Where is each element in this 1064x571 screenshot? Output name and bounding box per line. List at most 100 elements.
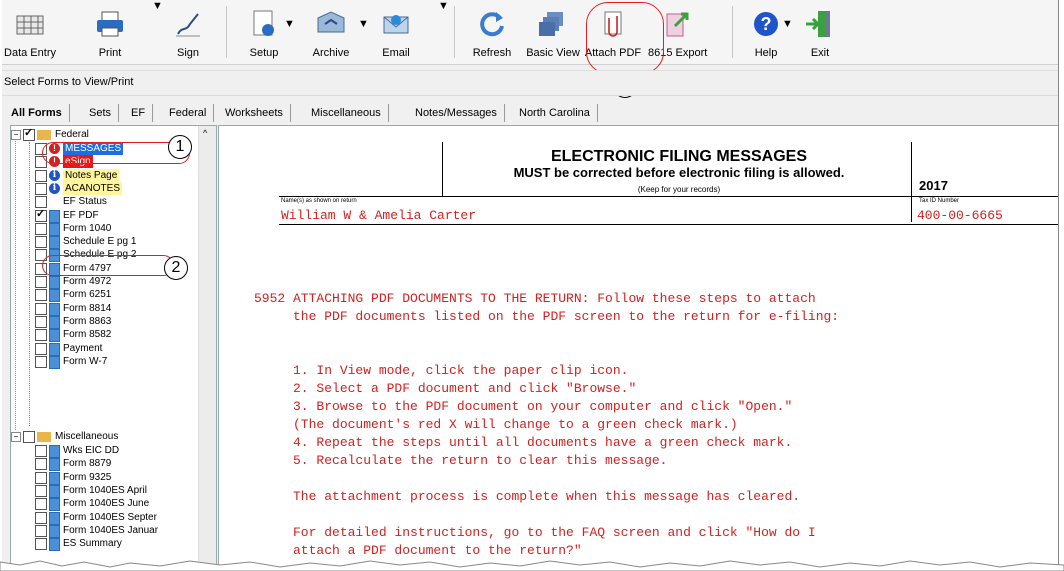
tree-item[interactable]: Form W-7	[11, 355, 201, 369]
tree-item[interactable]: EF Status	[11, 195, 201, 209]
form-checkbox[interactable]	[35, 524, 47, 537]
exit-button[interactable]: Exit	[802, 0, 838, 64]
toolbar-separator	[454, 6, 455, 58]
help-button[interactable]: ? Help	[748, 0, 784, 64]
tab-sets[interactable]: Sets	[82, 104, 120, 122]
email-dropdown-icon[interactable]: ▼	[438, 0, 449, 64]
tab-ef[interactable]: EF	[124, 104, 154, 122]
tree-item[interactable]: i Notes Page	[11, 168, 201, 182]
tree-item[interactable]: Form 1040ES June	[11, 497, 201, 512]
form-checkbox[interactable]	[35, 484, 47, 497]
form-checkbox[interactable]	[35, 329, 47, 342]
basic-view-icon	[539, 12, 563, 36]
tax-id: 400-00-6665	[917, 208, 1003, 223]
form-checkbox[interactable]	[35, 471, 47, 484]
tree-item[interactable]: Form 8863	[11, 315, 201, 329]
tree-item-label: ES Summary	[63, 538, 122, 550]
form-checkbox[interactable]	[35, 222, 47, 235]
tree-item[interactable]: i ACANOTES	[11, 181, 201, 195]
tree-item-label: Form 9325	[63, 471, 112, 483]
refresh-button[interactable]: Refresh	[468, 0, 516, 64]
form-checkbox[interactable]	[35, 289, 47, 302]
basic-view-button[interactable]: Basic View	[526, 0, 580, 64]
form-checkbox[interactable]	[35, 236, 47, 249]
collapse-icon[interactable]: −	[11, 130, 21, 140]
form-checkbox[interactable]	[35, 445, 47, 457]
form-checkbox[interactable]	[35, 182, 47, 195]
form-checkbox[interactable]	[35, 302, 47, 315]
tree-item[interactable]: Schedule E pg 1	[11, 235, 201, 250]
email-button[interactable]: Email	[376, 0, 416, 64]
tree-item[interactable]: Form 1040ES Januar	[11, 524, 201, 538]
tree-node-miscellaneous[interactable]: − Miscellaneous	[11, 430, 201, 443]
form-checkbox[interactable]	[35, 538, 47, 551]
tab-federal[interactable]: Federal	[162, 104, 215, 122]
federal-label: Federal	[55, 129, 89, 140]
form-checkbox[interactable]	[35, 169, 47, 182]
message-line: 1. In View mode, click the paper clip ic…	[254, 363, 629, 378]
ef-pdf-callout	[42, 255, 174, 276]
tab-notes-messages[interactable]: Notes/Messages	[408, 104, 505, 122]
archive-icon	[317, 11, 345, 33]
doc-icon	[49, 458, 60, 472]
doc-icon	[49, 511, 60, 525]
tree-item[interactable]: Form 8879	[11, 457, 201, 472]
sign-button[interactable]: Sign	[168, 0, 208, 64]
refresh-icon	[480, 12, 504, 37]
message-line: attach a PDF document to the return?"	[254, 543, 582, 558]
form-checkbox[interactable]	[35, 315, 47, 328]
scroll-up-icon[interactable]: ^	[203, 128, 207, 138]
tab-worksheets[interactable]: Worksheets	[218, 104, 291, 122]
tree-item[interactable]: Form 8582	[11, 328, 201, 343]
form-checkbox[interactable]	[35, 342, 47, 355]
message-line: 3. Browse to the PDF document on your co…	[254, 399, 793, 414]
form-checkbox[interactable]	[35, 355, 47, 368]
tab-miscellaneous[interactable]: Miscellaneous	[304, 104, 389, 122]
print-button[interactable]: Print	[90, 0, 130, 64]
tree-item[interactable]: Form 1040ES April	[11, 484, 201, 498]
tree-item-label: Form 1040ES April	[63, 484, 147, 496]
form-checkbox[interactable]	[35, 208, 47, 222]
setup-button[interactable]: Setup	[242, 0, 286, 64]
tree-item[interactable]: Form 1040	[11, 222, 201, 236]
form-checkbox[interactable]	[35, 458, 47, 471]
message-line: 5. Recalculate the return to clear this …	[254, 453, 668, 468]
tree-scrollbar[interactable]: ^	[198, 126, 216, 566]
tree-item[interactable]: Form 8814	[11, 302, 201, 316]
doc-icon	[49, 538, 60, 552]
forms-tree: − Federal !MESSAGES!eSigniNotes PageiACA…	[10, 125, 217, 566]
tree-item[interactable]: Form 6251	[11, 288, 201, 303]
pen-icon	[176, 13, 200, 37]
setup-icon	[253, 10, 274, 36]
tree-item[interactable]: Form 1040ES Septer	[11, 511, 201, 525]
form-checkbox[interactable]	[35, 196, 47, 209]
message-line: 4. Repeat the steps until all documents …	[254, 435, 793, 450]
form-keep-note: (Keep for your records)	[637, 185, 721, 194]
tree-item[interactable]: EF PDF	[11, 208, 201, 223]
tab-north-carolina[interactable]: North Carolina	[512, 104, 598, 122]
data-entry-button[interactable]: Data Entry	[2, 0, 58, 64]
federal-checkbox[interactable]	[23, 127, 35, 141]
tree-item-label: Form 8814	[63, 302, 112, 314]
doc-icon	[49, 289, 60, 303]
collapse-icon[interactable]: −	[11, 432, 21, 442]
tree-item-label: ACANOTES	[63, 181, 123, 195]
doc-icon	[49, 342, 60, 356]
misc-checkbox[interactable]	[23, 431, 35, 443]
form-checkbox[interactable]	[35, 276, 47, 288]
archive-button[interactable]: Archive	[306, 0, 356, 64]
print-dropdown-icon[interactable]: ▼	[152, 0, 163, 64]
form-checkbox[interactable]	[35, 498, 47, 511]
tab-all-forms[interactable]: All Forms	[4, 104, 70, 122]
tree-item[interactable]: ES Summary	[11, 537, 201, 552]
toolbar-separator	[732, 6, 733, 58]
form-checkbox[interactable]	[35, 511, 47, 524]
sub-toolbar-label: Select Forms to View/Print	[4, 76, 134, 88]
form-rule	[279, 224, 1058, 225]
tree-item[interactable]: Form 9325	[11, 471, 201, 485]
info-icon: i	[49, 182, 60, 194]
name-label: Name(s) as shown on return	[281, 198, 357, 204]
tree-item[interactable]: Wks EIC DD	[11, 444, 201, 458]
message-line: 5952 ATTACHING PDF DOCUMENTS TO THE RETU…	[254, 291, 816, 306]
tree-item[interactable]: Payment	[11, 342, 201, 356]
